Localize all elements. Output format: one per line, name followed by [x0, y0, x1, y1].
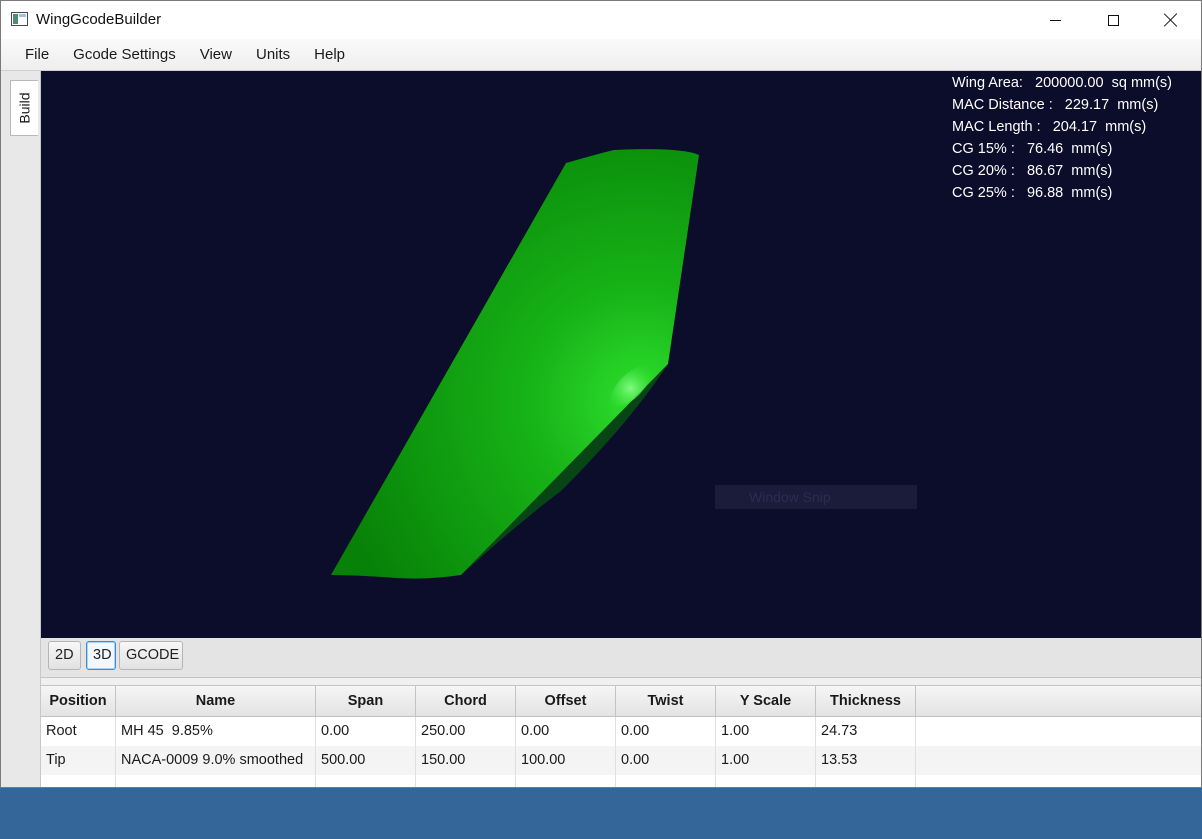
side-tab-strip: Build	[1, 71, 41, 787]
view-3d-button[interactable]: 3D	[86, 641, 116, 670]
maximize-button[interactable]	[1084, 1, 1142, 39]
column-header-span[interactable]: Span	[316, 686, 416, 717]
cell-y-scale[interactable]: 1.00	[716, 746, 816, 775]
close-button[interactable]	[1142, 1, 1200, 39]
minimize-icon	[1049, 19, 1061, 21]
taskbar	[0, 788, 1202, 839]
column-header-offset[interactable]: Offset	[516, 686, 616, 717]
stat-cg-25: CG 25% : 96.88 mm(s)	[952, 185, 1113, 201]
column-header-name[interactable]: Name	[116, 686, 316, 717]
app-icon	[11, 12, 28, 26]
window-title: WingGcodeBuilder	[36, 11, 162, 28]
column-header-y-scale[interactable]: Y Scale	[716, 686, 816, 717]
menu-units[interactable]: Units	[244, 39, 302, 71]
cell-filler	[916, 746, 1201, 775]
minimize-button[interactable]	[1026, 1, 1084, 39]
cell-twist[interactable]: 0.00	[616, 717, 716, 746]
stat-cg-15: CG 15% : 76.46 mm(s)	[952, 141, 1113, 157]
wing-stats-panel: Wing Area: 200000.00 sq mm(s) MAC Distan…	[952, 72, 1172, 204]
cell-offset[interactable]: 100.00	[516, 746, 616, 775]
menu-bar: File Gcode Settings View Units Help	[1, 39, 1201, 71]
menu-file[interactable]: File	[13, 39, 61, 71]
cell-position[interactable]: Tip	[41, 746, 116, 775]
cell-offset[interactable]: 0.00	[516, 717, 616, 746]
table-row-tip[interactable]: Tip NACA-0009 9.0% smoothed 500.00 150.0…	[41, 746, 1201, 775]
window-snip-overlay: Window Snip	[715, 485, 917, 509]
table-row-root[interactable]: Root MH 45 9.85% 0.00 250.00 0.00 0.00 1…	[41, 717, 1201, 746]
view-toolbar: 2D 3D GCODE	[41, 638, 1201, 678]
title-bar[interactable]: WingGcodeBuilder	[1, 1, 1201, 39]
menu-gcode-settings[interactable]: Gcode Settings	[61, 39, 188, 71]
build-tab[interactable]: Build	[10, 80, 38, 136]
cell-filler	[916, 717, 1201, 746]
column-header-filler	[916, 686, 1201, 717]
wing-sections-table: Position Name Span Chord Offset Twist Y …	[41, 685, 1201, 787]
stat-cg-20: CG 20% : 86.67 mm(s)	[952, 163, 1113, 179]
menu-view[interactable]: View	[188, 39, 244, 71]
cell-position[interactable]: Root	[41, 717, 116, 746]
close-icon	[1164, 13, 1178, 27]
column-header-position[interactable]: Position	[41, 686, 116, 717]
stat-mac-length: MAC Length : 204.17 mm(s)	[952, 119, 1147, 135]
column-header-chord[interactable]: Chord	[416, 686, 516, 717]
wing-surface	[331, 149, 699, 579]
3d-viewport[interactable]: Wing Area: 200000.00 sq mm(s) MAC Distan…	[41, 71, 1201, 638]
app-window: WingGcodeBuilder File Gcode Settings Vie…	[0, 0, 1202, 788]
table-row-empty	[41, 775, 1201, 787]
view-gcode-button[interactable]: GCODE	[119, 641, 183, 670]
cell-name[interactable]: MH 45 9.85%	[116, 717, 316, 746]
stat-mac-distance: MAC Distance : 229.17 mm(s)	[952, 97, 1159, 113]
view-2d-button[interactable]: 2D	[48, 641, 81, 670]
cell-chord[interactable]: 250.00	[416, 717, 516, 746]
column-header-thickness[interactable]: Thickness	[816, 686, 916, 717]
cell-span[interactable]: 500.00	[316, 746, 416, 775]
stat-wing-area: Wing Area: 200000.00 sq mm(s)	[952, 75, 1173, 91]
cell-thickness[interactable]: 13.53	[816, 746, 916, 775]
cell-chord[interactable]: 150.00	[416, 746, 516, 775]
maximize-icon	[1107, 14, 1119, 26]
cell-thickness[interactable]: 24.73	[816, 717, 916, 746]
menu-help[interactable]: Help	[302, 39, 357, 71]
cell-name[interactable]: NACA-0009 9.0% smoothed	[116, 746, 316, 775]
cell-span[interactable]: 0.00	[316, 717, 416, 746]
table-header: Position Name Span Chord Offset Twist Y …	[41, 686, 1201, 717]
cell-y-scale[interactable]: 1.00	[716, 717, 816, 746]
cell-twist[interactable]: 0.00	[616, 746, 716, 775]
build-tab-label: Build	[16, 92, 33, 124]
column-header-twist[interactable]: Twist	[616, 686, 716, 717]
